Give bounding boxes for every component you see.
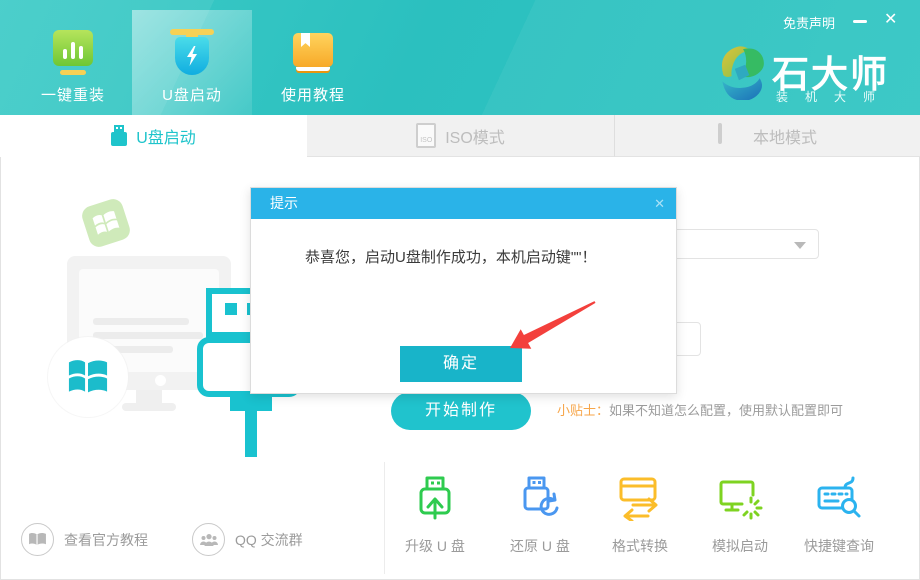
mode-tabs: U盘启动 ISO ISO模式 本地模式 — [0, 115, 920, 157]
windows-badge-icon — [48, 337, 128, 417]
simulate-boot-icon — [717, 475, 763, 521]
tab-label: U盘启动 — [136, 124, 196, 148]
book-icon — [21, 523, 54, 556]
tip-label: 小贴士： — [557, 403, 609, 418]
brand-logo: 石大师 装机大师 — [714, 44, 768, 105]
usb-pin — [225, 303, 237, 315]
tool-label: 快捷键查询 — [793, 536, 885, 556]
usb-cable — [245, 409, 257, 457]
format-convert-icon — [617, 475, 663, 521]
tip-text: 小贴士：如果不知道怎么配置，使用默认配置即可 — [557, 400, 843, 419]
close-button[interactable]: ✕ — [884, 9, 897, 29]
restore-usb-icon — [517, 475, 563, 521]
tutorial-book-icon — [292, 31, 334, 73]
monitor-icon — [718, 125, 744, 147]
tool-label: 升级 U 盘 — [389, 536, 481, 556]
usb-boot-icon — [169, 27, 215, 77]
toolbar-item-usb-boot[interactable]: U盘启动 — [132, 10, 252, 115]
reinstall-icon — [52, 30, 94, 75]
toolbar-item-label: 一键重装 — [13, 84, 133, 105]
toolbar-item-reinstall[interactable]: 一键重装 — [13, 10, 133, 115]
tab-iso-mode[interactable]: ISO ISO模式 — [307, 115, 615, 157]
tool-label: 模拟启动 — [694, 536, 786, 556]
link-label: QQ 交流群 — [235, 530, 303, 550]
red-arrow-annotation — [495, 293, 605, 355]
monitor-base — [122, 403, 176, 411]
tab-label: ISO模式 — [445, 124, 505, 148]
tool-hotkey-query[interactable]: 快捷键查询 — [793, 475, 885, 556]
tab-local-mode[interactable]: 本地模式 — [615, 115, 920, 157]
brand-subtitle: 装机大师 — [776, 88, 892, 105]
tool-label: 格式转换 — [594, 536, 686, 556]
minimize-icon — [853, 20, 867, 23]
prompt-dialog: 提示 ✕ 恭喜您，启动U盘制作成功，本机启动键""！ 确定 — [250, 187, 677, 394]
chevron-down-icon — [794, 242, 806, 249]
usb-drive-icon — [111, 125, 127, 147]
minimize-button[interactable] — [853, 12, 873, 28]
shidashi-app-window: 一键重装 U盘启动 使用教程 — [0, 0, 920, 580]
dialog-header: 提示 ✕ — [251, 188, 676, 219]
iso-file-icon: ISO — [416, 123, 436, 148]
toolbar-item-label: 使用教程 — [253, 84, 373, 105]
start-make-button[interactable]: 开始制作 — [391, 392, 531, 430]
hotkey-query-icon — [816, 475, 862, 521]
dialog-close-icon[interactable]: ✕ — [654, 188, 665, 219]
lightning-icon — [185, 46, 199, 66]
dialog-message: 恭喜您，启动U盘制作成功，本机启动键""！ — [305, 246, 596, 267]
toolbar-item-tutorial[interactable]: 使用教程 — [253, 10, 373, 115]
app-header: 一键重装 U盘启动 使用教程 — [0, 0, 920, 115]
windows-tile-icon — [80, 197, 133, 250]
tool-restore-usb[interactable]: 还原 U 盘 — [494, 475, 586, 556]
qq-group-link[interactable]: QQ 交流群 — [192, 523, 303, 556]
footer-divider — [384, 462, 385, 574]
dialog-title: 提示 — [270, 195, 298, 211]
shidashi-logo-icon — [714, 44, 768, 100]
link-label: 查看官方教程 — [64, 530, 148, 550]
tool-format-convert[interactable]: 格式转换 — [594, 475, 686, 556]
monitor-stand — [136, 390, 162, 403]
qq-group-icon — [192, 523, 225, 556]
disclaimer-link[interactable]: 免责声明 — [783, 13, 835, 32]
toolbar-item-label: U盘启动 — [132, 84, 252, 105]
tab-usb-boot[interactable]: U盘启动 — [0, 115, 307, 157]
tool-simulate-boot[interactable]: 模拟启动 — [694, 475, 786, 556]
upgrade-usb-icon — [412, 475, 458, 521]
official-tutorial-link[interactable]: 查看官方教程 — [21, 523, 148, 556]
tool-upgrade-usb[interactable]: 升级 U 盘 — [389, 475, 481, 556]
tool-label: 还原 U 盘 — [494, 536, 586, 556]
tab-label: 本地模式 — [753, 124, 817, 148]
